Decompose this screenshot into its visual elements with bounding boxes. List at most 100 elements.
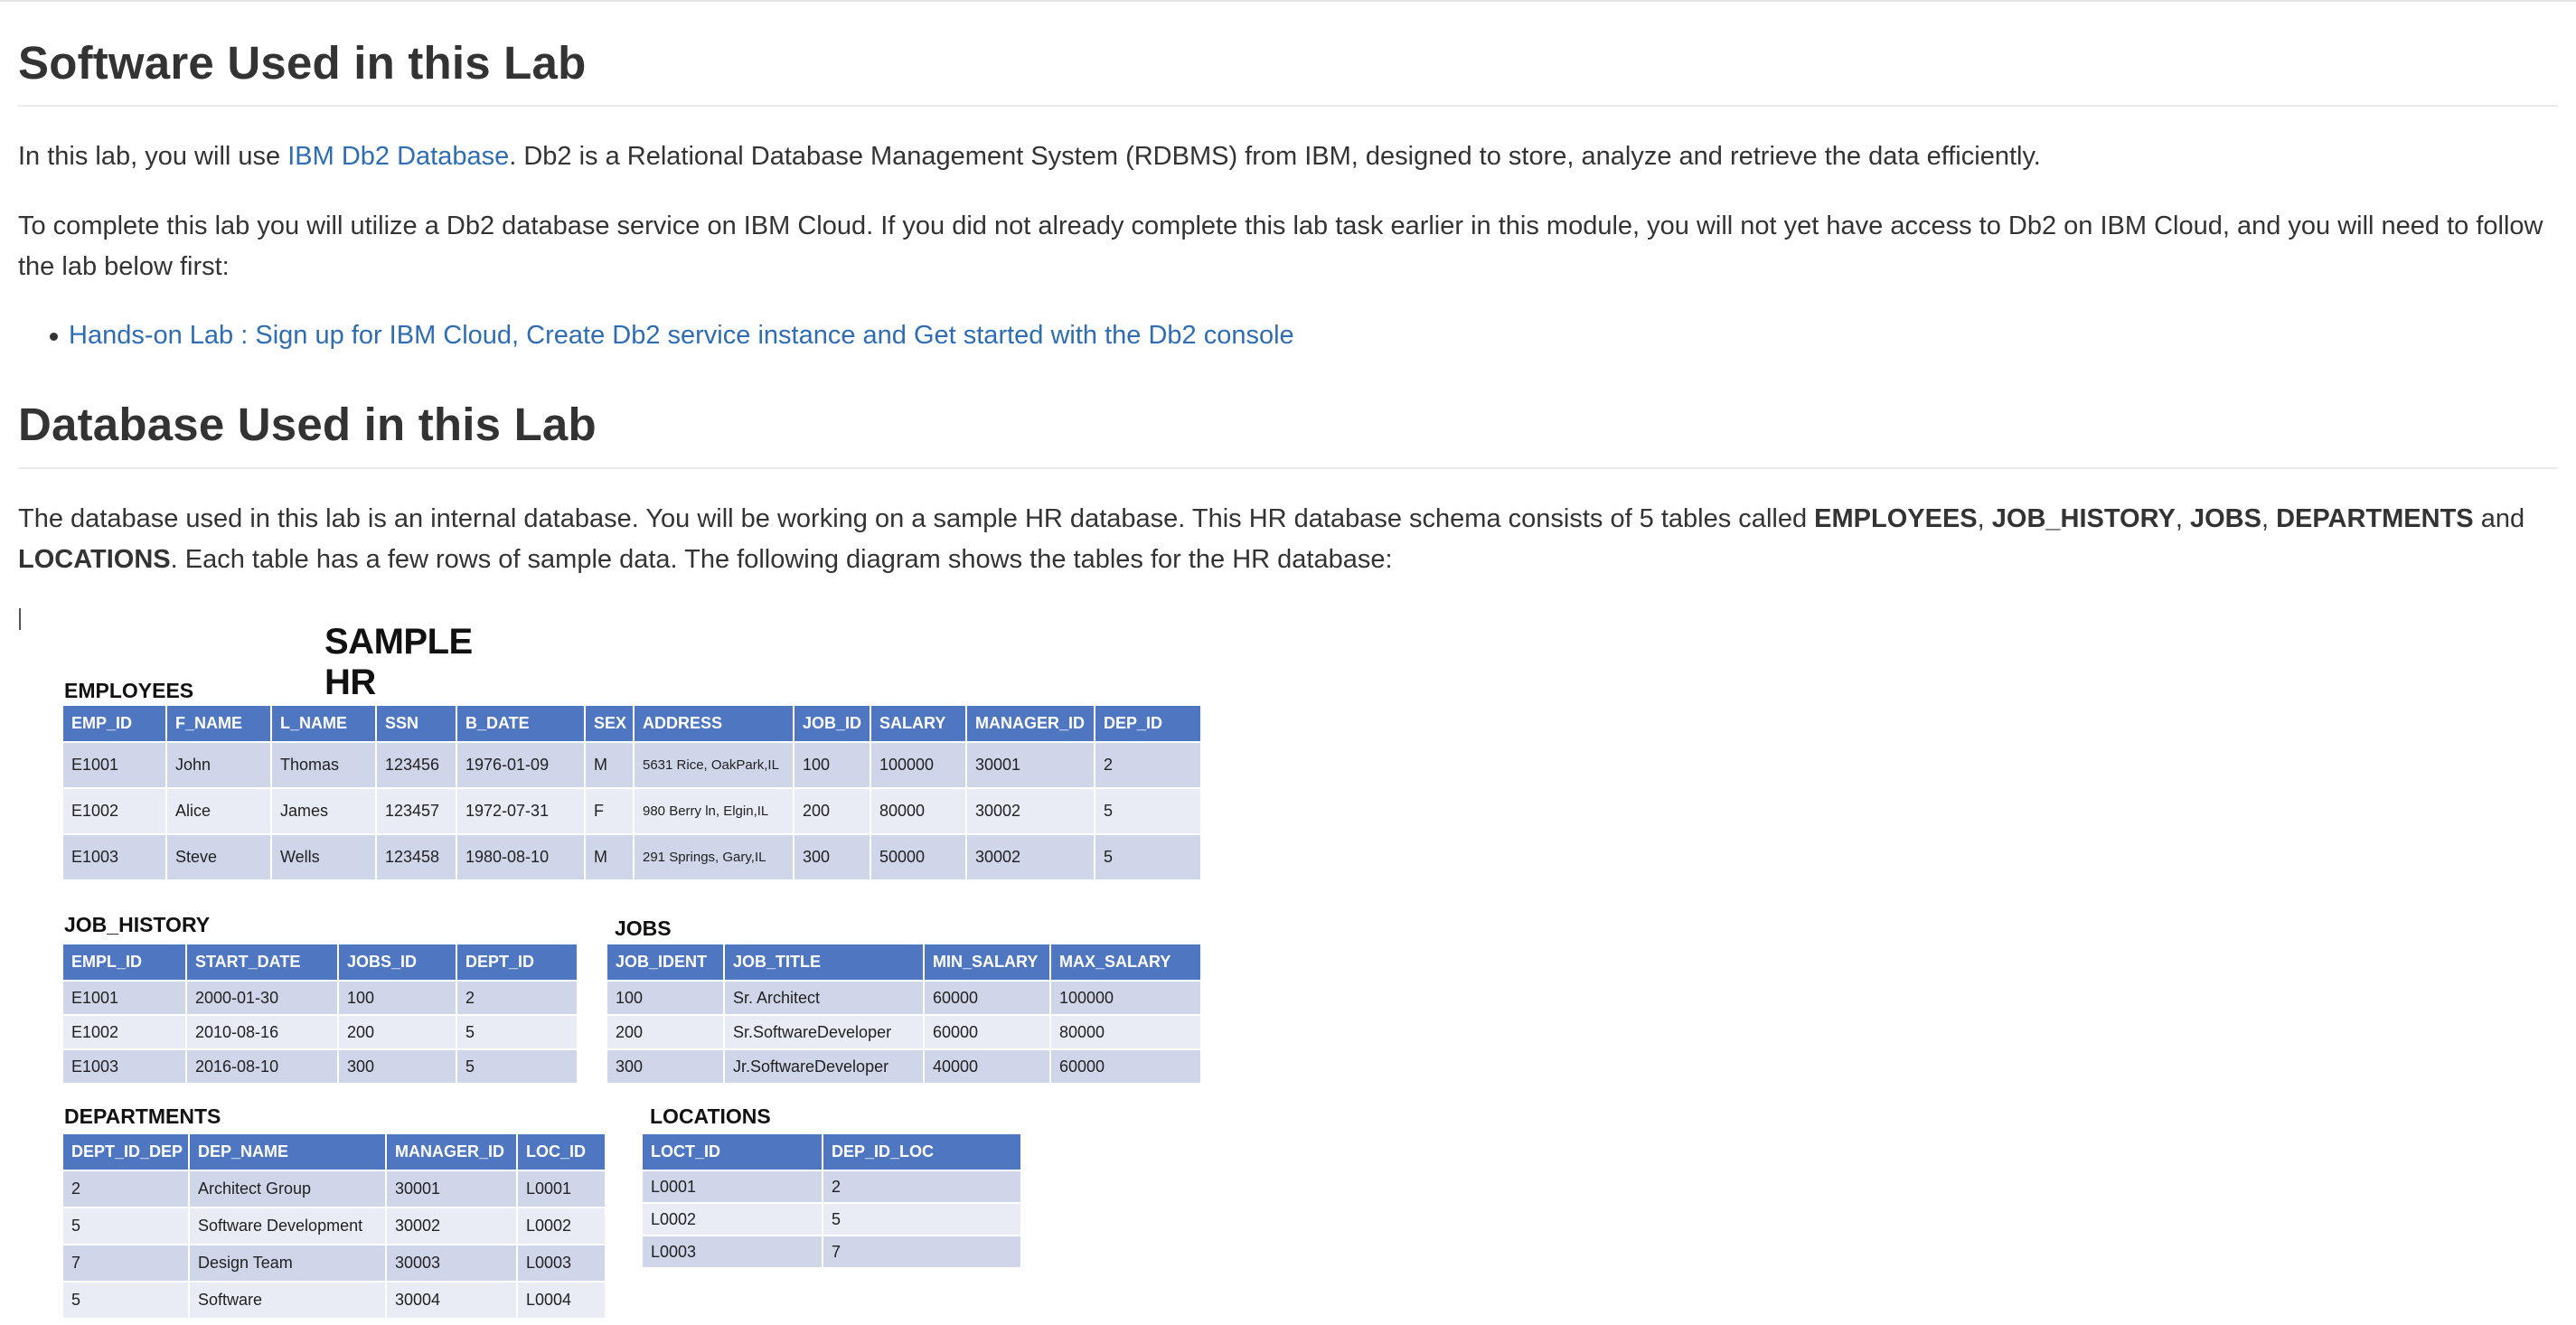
table-row: 2 Architect Group 30001 L0001 — [61, 1170, 606, 1208]
database-description-paragraph: The database used in this lab is an inte… — [18, 499, 2558, 580]
job-history-table: EMPL_ID START_DATE JOBS_ID DEPT_ID E1001… — [61, 943, 578, 1085]
intro-suffix: . Db2 is a Relational Database Managemen… — [509, 142, 2041, 171]
table-row: E1001 2000-01-30 100 2 — [61, 980, 578, 1016]
intro-prefix: In this lab, you will use — [18, 142, 288, 171]
employees-header-row: EMP_ID F_NAME L_NAME SSN B_DATE SEX ADDR… — [61, 704, 1202, 743]
table-cell: 30002 — [965, 787, 1095, 835]
table-cell: 30002 — [385, 1207, 518, 1245]
table-cell: L0003 — [516, 1244, 606, 1283]
table-cell: 60000 — [923, 980, 1051, 1016]
table-cell: L0004 — [516, 1281, 606, 1320]
table-row: L0003 7 — [641, 1235, 1022, 1269]
column-header: DEPT_ID_DEP — [61, 1132, 190, 1171]
table-cell: 2 — [456, 980, 578, 1016]
table-cell: 30001 — [385, 1170, 518, 1208]
database-text-1: The database used in this lab is an inte… — [18, 504, 1815, 533]
table-cell: M — [584, 741, 635, 789]
table-cell: 80000 — [1049, 1014, 1202, 1050]
table-row: E1002 2010-08-16 200 5 — [61, 1014, 578, 1050]
table-cell: 60000 — [1049, 1048, 1202, 1085]
table-cell: 123458 — [375, 833, 457, 881]
column-header: LOCT_ID — [641, 1132, 823, 1171]
table-cell: M — [584, 833, 635, 881]
database-heading: Database Used in this Lab — [18, 399, 597, 450]
table-cell: L0002 — [516, 1207, 606, 1245]
table-cell: 2 — [822, 1170, 1022, 1204]
table-cell: 100000 — [870, 741, 967, 789]
table-cell: Sr. Architect — [723, 980, 925, 1016]
table-cell: Jr.SoftwareDeveloper — [723, 1048, 925, 1085]
table-cell: 1980-08-10 — [456, 833, 586, 881]
table-cell: E1003 — [61, 1048, 187, 1085]
complete-lab-paragraph: To complete this lab you will utilize a … — [18, 211, 2543, 281]
table-cell: 7 — [61, 1244, 190, 1283]
database-heading-rule — [18, 467, 2558, 469]
table-row: E1002 Alice James 123457 1972-07-31 F 98… — [61, 787, 1202, 835]
column-header: DEP_ID — [1094, 704, 1202, 743]
table-cell: 40000 — [923, 1048, 1051, 1085]
column-header: SSN — [375, 704, 457, 743]
table-cell: 1972-07-31 — [456, 787, 586, 835]
table-cell: 5 — [61, 1207, 190, 1245]
table-cell: 123456 — [375, 741, 457, 789]
table-cell: 30004 — [385, 1281, 518, 1320]
column-header: MANAGER_ID — [385, 1132, 518, 1171]
locations-header-row: LOCT_ID DEP_ID_LOC — [641, 1132, 1022, 1171]
column-header: SALARY — [870, 704, 967, 743]
column-header: JOB_IDENT — [606, 943, 725, 982]
keyword-job-history: JOB_HISTORY — [1991, 504, 2176, 533]
column-header: MANAGER_ID — [965, 704, 1095, 743]
table-cell: 5 — [1094, 787, 1202, 835]
job-history-header-row: EMPL_ID START_DATE JOBS_ID DEPT_ID — [61, 943, 578, 982]
table-row: 100 Sr. Architect 60000 100000 — [606, 980, 1202, 1016]
column-header: DEP_NAME — [188, 1132, 387, 1171]
table-cell: 60000 — [923, 1014, 1051, 1050]
table-cell: 100000 — [1049, 980, 1202, 1016]
column-header: F_NAME — [165, 704, 272, 743]
column-header: DEPT_ID — [456, 943, 578, 982]
table-row: 5 Software Development 30002 L0002 — [61, 1207, 606, 1245]
prerequisite-list: Hands-on Lab : Sign up for IBM Cloud, Cr… — [18, 315, 1294, 356]
table-cell: 2000-01-30 — [185, 980, 339, 1016]
hands-on-lab-link[interactable]: Hands-on Lab : Sign up for IBM Cloud, Cr… — [69, 321, 1294, 350]
keyword-departments: DEPARTMENTS — [2276, 504, 2474, 533]
separator: , — [2175, 504, 2190, 533]
jobs-header-row: JOB_IDENT JOB_TITLE MIN_SALARY MAX_SALAR… — [606, 943, 1202, 982]
table-cell: E1003 — [61, 833, 167, 881]
table-cell: 30003 — [385, 1244, 518, 1283]
keyword-locations: LOCATIONS — [18, 545, 171, 574]
column-header: JOB_TITLE — [723, 943, 925, 982]
table-cell: 1976-01-09 — [456, 741, 586, 789]
job-history-table-name: JOB_HISTORY — [64, 913, 211, 936]
table-cell: Sr.SoftwareDeveloper — [723, 1014, 925, 1050]
table-row: L0002 5 — [641, 1202, 1022, 1236]
table-cell: E1002 — [61, 1014, 187, 1050]
table-cell: 7 — [822, 1235, 1022, 1269]
text-cursor — [19, 608, 21, 630]
table-cell: 5 — [456, 1014, 578, 1050]
table-cell: 2010-08-16 — [185, 1014, 339, 1050]
separator: and — [2473, 504, 2525, 533]
employees-table: EMP_ID F_NAME L_NAME SSN B_DATE SEX ADDR… — [61, 704, 1202, 881]
software-heading-rule — [18, 105, 2558, 107]
employees-table-name: EMPLOYEES — [64, 679, 194, 702]
column-header: LOC_ID — [516, 1132, 606, 1171]
software-heading: Software Used in this Lab — [18, 37, 587, 89]
table-cell: 30001 — [965, 741, 1095, 789]
table-cell: Steve — [165, 833, 272, 881]
column-header: L_NAME — [270, 704, 377, 743]
table-cell: 300 — [606, 1048, 725, 1085]
column-header: MIN_SALARY — [923, 943, 1051, 982]
jobs-table: JOB_IDENT JOB_TITLE MIN_SALARY MAX_SALAR… — [606, 943, 1202, 1085]
column-header: JOB_ID — [793, 704, 871, 743]
ibm-db2-database-link[interactable]: IBM Db2 Database — [287, 142, 509, 171]
bullet-icon — [50, 333, 58, 341]
table-cell: Alice — [165, 787, 272, 835]
column-header: SEX — [584, 704, 635, 743]
table-cell: 2 — [1094, 741, 1202, 789]
table-cell: 300 — [337, 1048, 457, 1085]
software-intro-paragraph: In this lab, you will use IBM Db2 Databa… — [18, 136, 2558, 177]
table-cell: L0002 — [641, 1202, 823, 1236]
column-header: ADDRESS — [633, 704, 794, 743]
table-cell: 5 — [61, 1281, 190, 1320]
